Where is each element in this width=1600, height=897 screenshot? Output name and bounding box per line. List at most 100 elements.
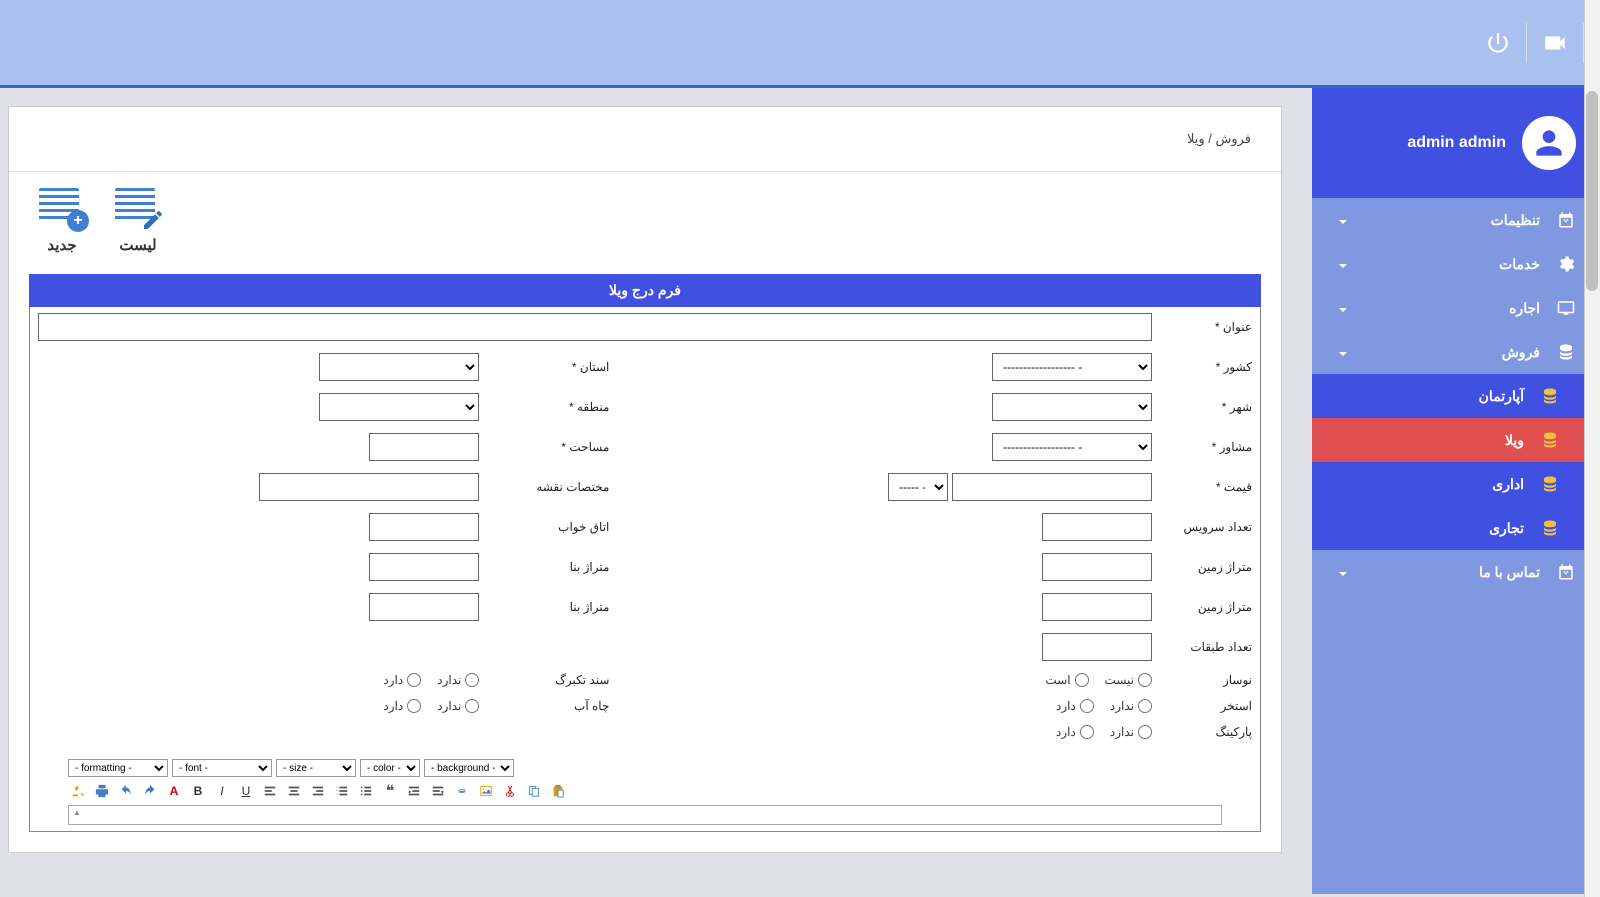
menu-item-services[interactable]: خدمات xyxy=(1312,242,1600,286)
radio-has[interactable]: دارد xyxy=(1056,725,1094,739)
menu-item-rent[interactable]: اجاره xyxy=(1312,286,1600,330)
menu-item-settings[interactable]: تنظیمات xyxy=(1312,198,1600,242)
land-area2-input[interactable] xyxy=(1042,593,1152,621)
database-icon xyxy=(1556,342,1576,362)
building-area2-input[interactable] xyxy=(369,593,479,621)
monitor-icon xyxy=(1556,298,1576,318)
service-count-input[interactable] xyxy=(1042,513,1152,541)
rte-link-icon[interactable] xyxy=(452,781,472,801)
rte-bold-icon[interactable]: B xyxy=(188,781,208,801)
radio-has-not[interactable]: ندارد xyxy=(437,699,479,713)
new-button[interactable]: + جدید xyxy=(39,188,85,254)
label-map-coords: مختصات نقشه xyxy=(487,467,617,507)
bedrooms-input[interactable] xyxy=(369,513,479,541)
label-title: عنوان * xyxy=(1160,307,1260,347)
province-select[interactable] xyxy=(319,353,479,381)
radio-has[interactable]: دارد xyxy=(1056,699,1094,713)
radio-has[interactable]: دارد xyxy=(383,673,421,687)
list-button[interactable]: لیست xyxy=(115,188,161,254)
sidebar-header: admin admin xyxy=(1312,88,1600,198)
separator xyxy=(1526,23,1527,63)
avatar xyxy=(1522,116,1576,170)
land-area-input[interactable] xyxy=(1042,553,1152,581)
area-input[interactable] xyxy=(369,433,479,461)
menu-label: اجاره xyxy=(1364,300,1540,317)
label-land-area: متراژ زمین xyxy=(1160,547,1260,587)
rte-font-select[interactable]: - font - xyxy=(172,759,272,777)
menu-item-contact[interactable]: تماس با ما xyxy=(1312,550,1600,594)
rte-formatting-select[interactable]: - formatting - xyxy=(68,759,168,777)
radio-has-not[interactable]: ندارد xyxy=(1110,725,1152,739)
form-body: عنوان * کشور * ------------------ - است ا… xyxy=(29,307,1261,832)
rte-align-right-icon[interactable] xyxy=(308,781,328,801)
submenu-item-commercial[interactable]: تجاری xyxy=(1312,506,1600,550)
label-country: کشور * xyxy=(1160,347,1260,387)
building-area-input[interactable] xyxy=(369,553,479,581)
radio-is-not[interactable]: نیست xyxy=(1105,673,1152,687)
rte-color-select[interactable]: - color - xyxy=(360,759,420,777)
label-region: منطقه * xyxy=(487,387,617,427)
rte-underline-icon[interactable]: U xyxy=(236,781,256,801)
rte-redo-icon[interactable] xyxy=(140,781,160,801)
scrollbar[interactable] xyxy=(1584,0,1600,897)
radio-is[interactable]: است xyxy=(1045,673,1088,687)
chevron-down-icon xyxy=(1336,214,1348,226)
submenu-label: ویلا xyxy=(1336,432,1524,449)
rte-ordered-list-icon[interactable] xyxy=(332,781,352,801)
submenu-item-office[interactable]: اداری xyxy=(1312,462,1600,506)
rte-paste-icon[interactable] xyxy=(548,781,568,801)
label-building-area: متراژ بنا xyxy=(487,547,617,587)
label-floor-count: تعداد طبقات xyxy=(1160,627,1260,667)
label-new-build: نوساز xyxy=(1160,667,1260,693)
label-pool: استخر xyxy=(1160,693,1260,719)
label-water-well: چاه آب xyxy=(487,693,617,719)
chevron-down-icon xyxy=(1336,566,1348,578)
rte-image-icon[interactable] xyxy=(476,781,496,801)
submenu-label: تجاری xyxy=(1336,520,1524,537)
menu-item-sale[interactable]: فروش xyxy=(1312,330,1600,374)
price-input[interactable] xyxy=(952,473,1152,501)
video-button[interactable] xyxy=(1535,23,1575,63)
region-select[interactable] xyxy=(319,393,479,421)
rte-quote-icon[interactable]: ❝ xyxy=(380,781,400,801)
power-icon xyxy=(1485,30,1511,56)
label-price: قیمت * xyxy=(1160,467,1260,507)
rte-italic-icon[interactable]: I xyxy=(212,781,232,801)
consultant-select[interactable]: ------------------ - xyxy=(992,433,1152,461)
menu-label: خدمات xyxy=(1364,256,1540,273)
rte-outdent-icon[interactable] xyxy=(404,781,424,801)
rte-copy-icon[interactable] xyxy=(524,781,544,801)
radio-has-not[interactable]: ندارد xyxy=(437,673,479,687)
country-select[interactable]: ------------------ - xyxy=(992,353,1152,381)
database-icon xyxy=(1540,430,1560,450)
topbar xyxy=(0,0,1600,88)
rte-print-icon[interactable] xyxy=(92,781,112,801)
radio-has[interactable]: دارد xyxy=(383,699,421,713)
label-city: شهر * xyxy=(1160,387,1260,427)
map-coords-input[interactable] xyxy=(259,473,479,501)
rte-size-select[interactable]: - size - xyxy=(276,759,356,777)
rte-align-left-icon[interactable] xyxy=(260,781,280,801)
rte-clear-format-icon[interactable] xyxy=(68,781,88,801)
rte-textarea[interactable] xyxy=(68,805,1222,825)
rte-cut-icon[interactable] xyxy=(500,781,520,801)
rte-fontcolor-icon[interactable]: A xyxy=(164,781,184,801)
label-land-area2: متراژ زمین xyxy=(1160,587,1260,627)
radio-has-not[interactable]: ندارد xyxy=(1110,699,1152,713)
menu-label: تماس با ما xyxy=(1364,564,1540,581)
price-unit-select[interactable]: ----- - xyxy=(888,473,948,501)
rte-unordered-list-icon[interactable] xyxy=(356,781,376,801)
title-input[interactable] xyxy=(38,313,1152,341)
rte-undo-icon[interactable] xyxy=(116,781,136,801)
submenu-item-villa[interactable]: ویلا xyxy=(1312,418,1600,462)
rte-align-center-icon[interactable] xyxy=(284,781,304,801)
rte-indent-icon[interactable] xyxy=(428,781,448,801)
submenu-item-apartment[interactable]: آپارتمان xyxy=(1312,374,1600,418)
city-select[interactable] xyxy=(992,393,1152,421)
power-button[interactable] xyxy=(1478,23,1518,63)
rte-background-select[interactable]: - background - xyxy=(424,759,514,777)
new-icon: + xyxy=(39,188,85,228)
floor-count-input[interactable] xyxy=(1042,633,1152,661)
label-bedrooms: اتاق خواب xyxy=(487,507,617,547)
chevron-down-icon xyxy=(1336,346,1348,358)
